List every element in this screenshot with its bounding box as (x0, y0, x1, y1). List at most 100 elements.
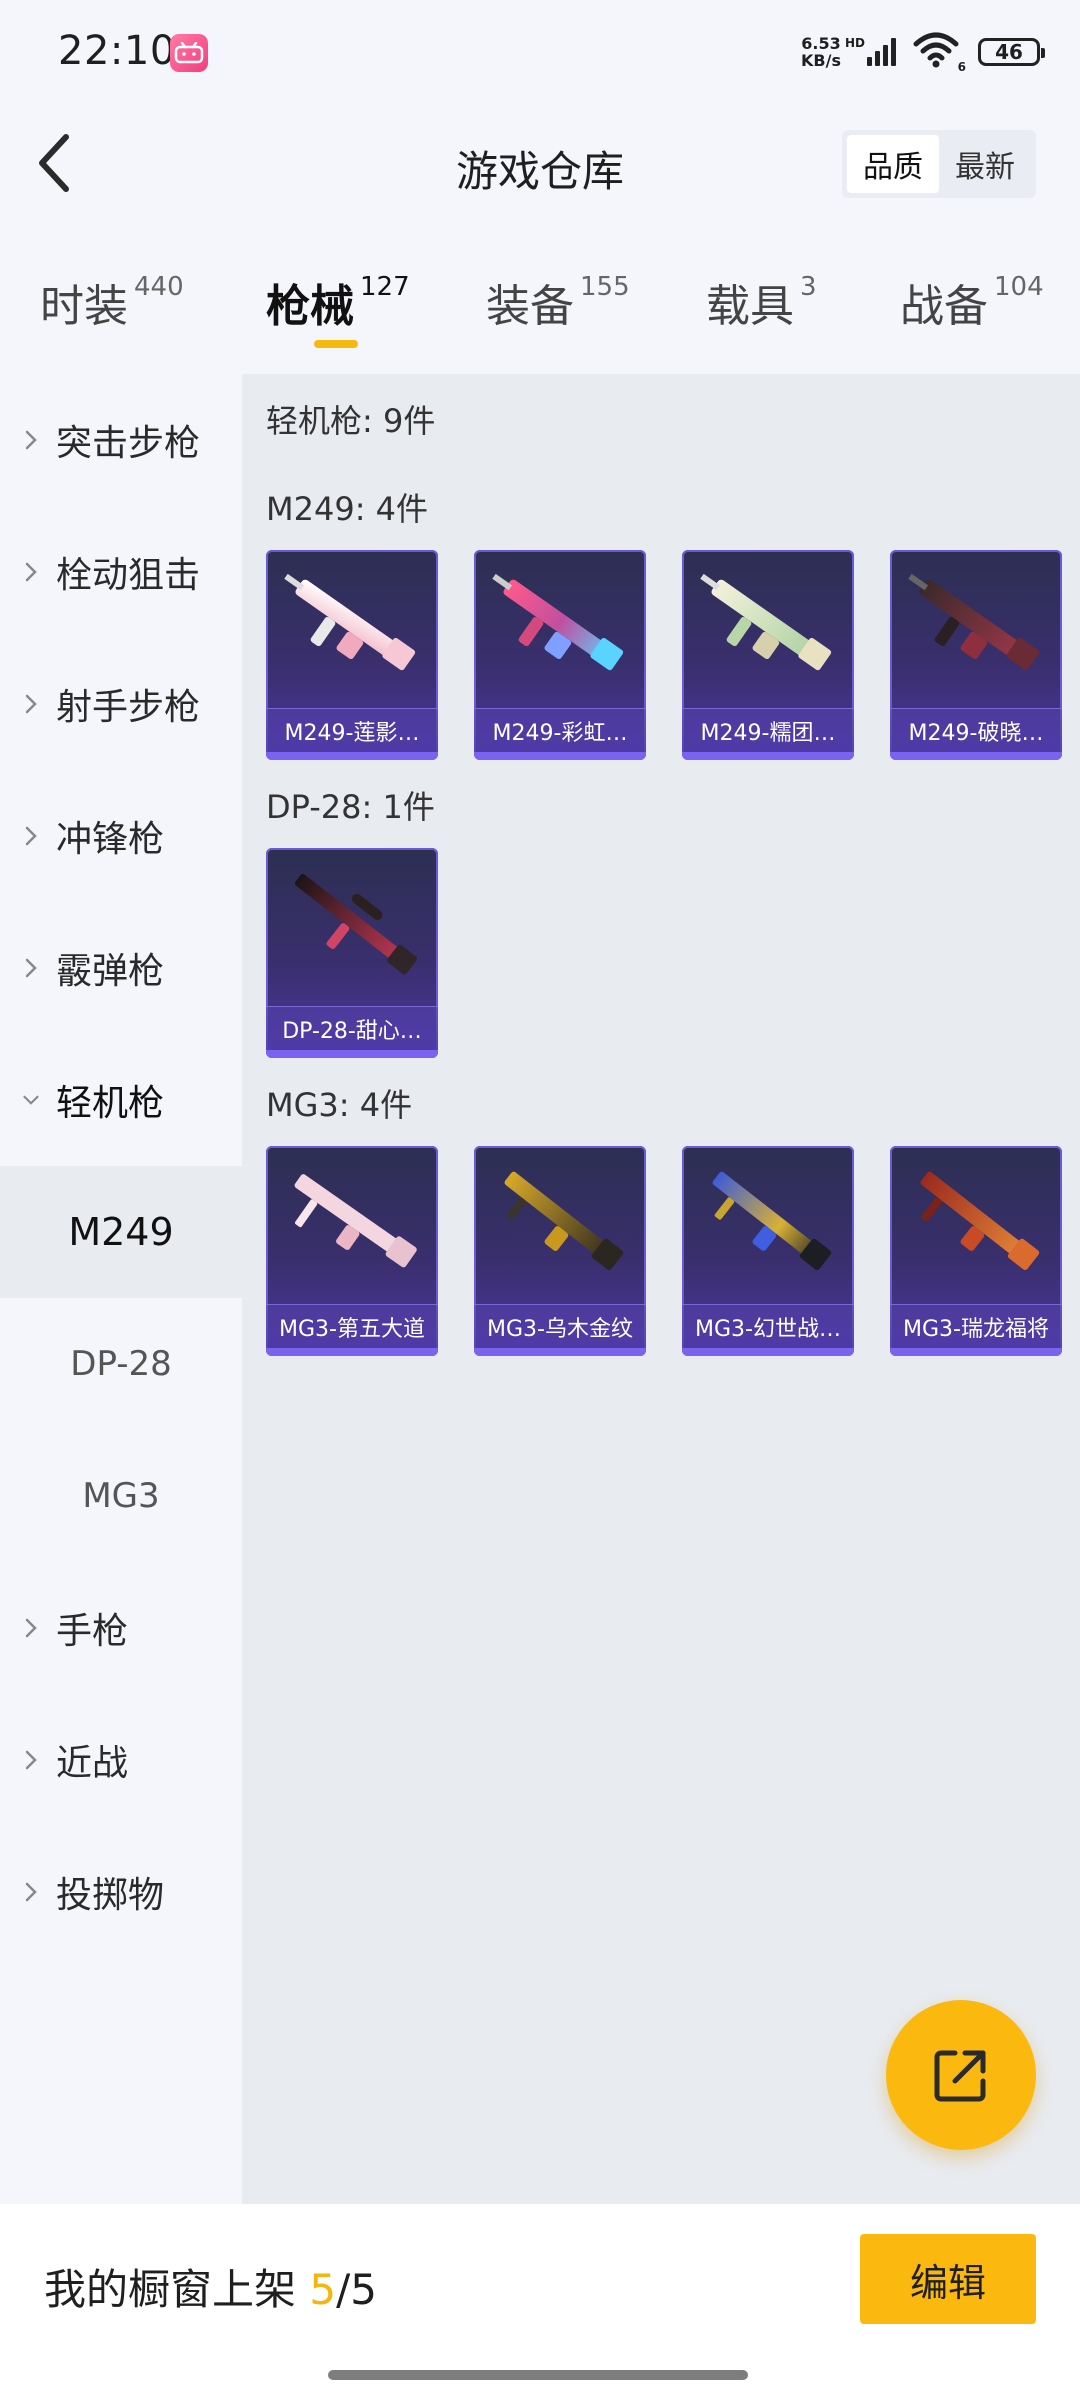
sidebar-item-label: 手枪 (56, 1611, 129, 1652)
status-bar: 22:10 6.53 KB/s HD 6 46 (0, 0, 1080, 100)
tab-label: 战备 (900, 281, 988, 332)
sidebar-subitem-mg3[interactable]: MG3 (0, 1430, 242, 1562)
home-indicator[interactable] (328, 2370, 748, 2380)
rifle-skin-icon (700, 573, 832, 671)
group-title: MG3: 4件 (266, 1086, 413, 1124)
tab-label: 时装 (40, 281, 128, 332)
sidebar-subitem-dp28[interactable]: DP-28 (0, 1298, 242, 1430)
item-card[interactable]: M249-彩虹… (474, 550, 646, 760)
sidebar-item-label: 栓动狙击 (56, 555, 201, 596)
tab-label: 载具 (706, 281, 794, 332)
sidebar-item-label: 投掷物 (56, 1875, 165, 1916)
rarity-bar (266, 1348, 438, 1356)
edit-button[interactable]: 编辑 (860, 2234, 1036, 2324)
sidebar-item-label: 突击步枪 (56, 423, 201, 464)
sidebar-item-melee[interactable]: 近战 (0, 1694, 242, 1826)
sidebar-item-assault-rifles[interactable]: 突击步枪 (0, 374, 242, 506)
showcase-current-count: 5 (309, 2265, 337, 2314)
showcase-status: 我的橱窗上架 5/5 (44, 2256, 377, 2317)
item-grid: DP-28-甜心… (266, 848, 1066, 1058)
rarity-bar (474, 752, 646, 760)
rifle-skin-icon (294, 874, 418, 975)
hd-label: HD (844, 36, 865, 50)
sidebar-item-smgs[interactable]: 冲锋枪 (0, 770, 242, 902)
battery-icon: 46 (978, 38, 1045, 66)
active-tab-indicator (314, 340, 358, 348)
rifle-skin-icon (504, 1171, 624, 1270)
sidebar-item-label: 近战 (56, 1743, 129, 1784)
item-card[interactable]: MG3-第五大道 (266, 1146, 438, 1356)
network-speed: 6.53 KB/s (801, 35, 841, 69)
item-card[interactable]: MG3-瑞龙福将 (890, 1146, 1062, 1356)
bilibili-app-icon (170, 34, 208, 72)
wifi-icon: 6 (912, 32, 966, 74)
item-card[interactable]: M249-莲影… (266, 550, 438, 760)
showcase-label: 我的橱窗上架 (44, 2265, 297, 2314)
tab-label: 枪械 (266, 281, 354, 332)
sidebar-subitem-m249[interactable]: M249 (0, 1166, 242, 1298)
sidebar-item-label: 冲锋枪 (56, 819, 165, 860)
share-export-icon (934, 2050, 986, 2102)
sidebar-item-label: 霰弹枪 (56, 951, 165, 992)
tab-supplies[interactable]: 战备 104 (900, 270, 1044, 334)
sidebar-item-shotguns[interactable]: 霰弹枪 (0, 902, 242, 1034)
item-grid: M249-莲影… M249-彩虹… M249-糯团… M249-破晓… (266, 550, 1066, 760)
sidebar-item-throwables[interactable]: 投掷物 (0, 1826, 242, 1958)
network-speed-value: 6.53 (801, 34, 841, 53)
showcase-total-count: /5 (336, 2265, 377, 2314)
sidebar-item-bolt-snipers[interactable]: 栓动狙击 (0, 506, 242, 638)
category-tabs: 时装 440 枪械 127 装备 155 载具 3 战备 104 (0, 250, 1080, 350)
status-indicators: 6.53 KB/s HD 6 46 (801, 30, 1045, 74)
sort-option-quality[interactable]: 品质 (847, 135, 939, 193)
sidebar-item-marksman-rifles[interactable]: 射手步枪 (0, 638, 242, 770)
rarity-bar (890, 752, 1062, 760)
item-name: M249-破晓… (890, 708, 1062, 752)
item-card[interactable]: MG3-乌木金纹 (474, 1146, 646, 1356)
sort-option-newest[interactable]: 最新 (939, 135, 1031, 193)
chevron-right-icon (22, 825, 40, 847)
rarity-bar (682, 1348, 854, 1356)
item-card[interactable]: DP-28-甜心… (266, 848, 438, 1058)
item-name: DP-28-甜心… (266, 1006, 438, 1050)
rifle-skin-icon (908, 573, 1040, 671)
item-name: M249-莲影… (266, 708, 438, 752)
item-name: MG3-幻世战… (682, 1304, 854, 1348)
tab-count: 155 (580, 272, 630, 302)
bilibili-logo-icon (174, 42, 204, 64)
sidebar-item-pistols[interactable]: 手枪 (0, 1562, 242, 1694)
rarity-bar (266, 752, 438, 760)
item-name: M249-糯团… (682, 708, 854, 752)
item-card[interactable]: M249-破晓… (890, 550, 1062, 760)
battery-level: 46 (995, 40, 1023, 64)
item-name: MG3-瑞龙福将 (890, 1304, 1062, 1348)
share-button[interactable] (886, 2000, 1036, 2150)
tab-count: 3 (800, 272, 817, 302)
rarity-bar (474, 1348, 646, 1356)
chevron-right-icon (22, 1617, 40, 1639)
item-grid: MG3-第五大道 MG3-乌木金纹 MG3-幻世战… MG3-瑞龙福将 (266, 1146, 1066, 1356)
item-name: MG3-第五大道 (266, 1304, 438, 1348)
chevron-right-icon (22, 561, 40, 583)
sort-toggle: 品质 最新 (842, 130, 1036, 198)
tab-count: 127 (360, 272, 410, 302)
network-speed-unit: KB/s (801, 51, 841, 70)
sidebar-item-label: 轻机枪 (56, 1083, 165, 1124)
tab-fashion[interactable]: 时装 440 (40, 270, 184, 334)
rifle-skin-icon (294, 1174, 417, 1268)
wifi-signal-icon (913, 32, 959, 68)
item-card[interactable]: M249-糯团… (682, 550, 854, 760)
tab-firearms[interactable]: 枪械 127 (266, 270, 410, 334)
group-title: DP-28: 1件 (266, 788, 435, 826)
header: 游戏仓库 品质 最新 (0, 100, 1080, 230)
tab-equipment[interactable]: 装备 155 (486, 270, 630, 334)
chevron-right-icon (22, 1749, 40, 1771)
chevron-right-icon (22, 957, 40, 979)
chevron-right-icon (22, 1881, 40, 1903)
sidebar-item-lmgs[interactable]: 轻机枪 (0, 1034, 242, 1166)
chevron-down-icon (22, 1093, 40, 1107)
tab-count: 104 (994, 272, 1044, 302)
rifle-skin-icon (920, 1171, 1040, 1270)
tab-vehicles[interactable]: 载具 3 (706, 270, 817, 334)
rarity-bar (682, 752, 854, 760)
item-card[interactable]: MG3-幻世战… (682, 1146, 854, 1356)
